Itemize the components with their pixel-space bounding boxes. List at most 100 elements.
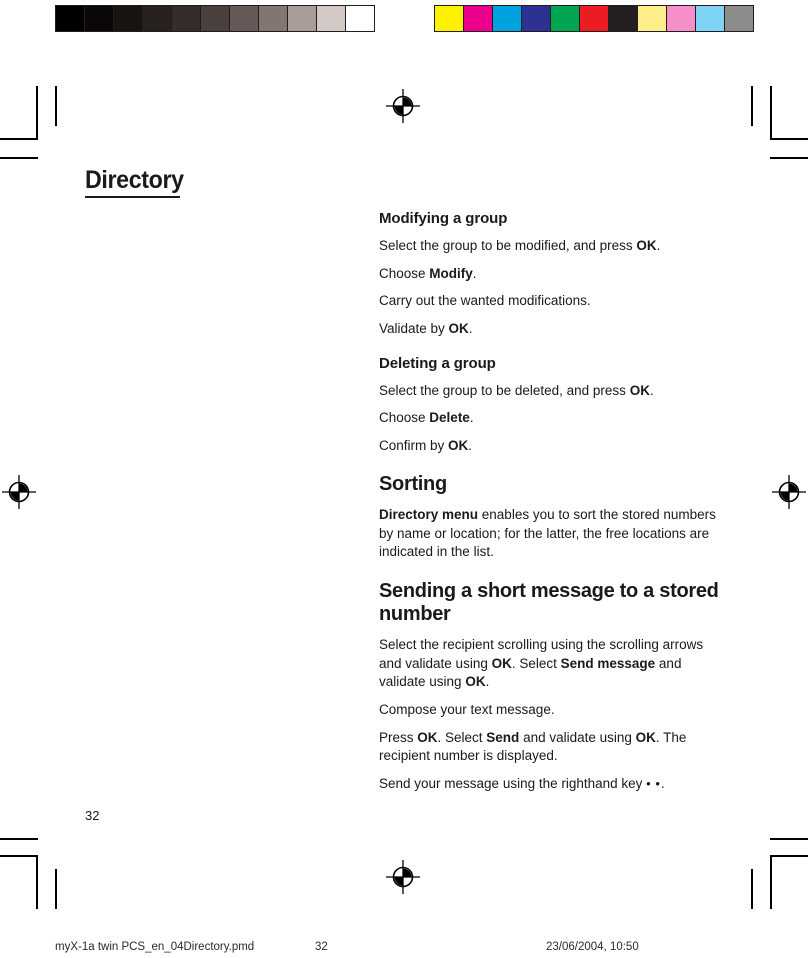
paragraph: Select the group to be modified, and pre… [379,237,719,256]
text-run: . Select [511,655,561,671]
text-run: Press [379,729,418,745]
text-run: . [472,265,477,281]
section-heading-deleting-a-group: Deleting a group [379,354,496,372]
calibration-swatch [56,6,84,31]
calibration-swatch [493,6,521,31]
calibration-swatch [288,6,316,31]
grayscale-calibration-bar [55,5,375,32]
section-heading-sending-a-short-message: Sending a short message to a stored numb… [379,579,719,626]
content-column: Modifying a group Select the group to be… [379,210,719,793]
calibration-swatch [143,6,171,31]
emphasis-text: Directory menu [379,506,479,522]
paragraph: Validate by OK. [379,320,719,339]
text-run: Send your message using the righthand ke… [379,775,647,791]
text-run: . [656,238,661,253]
text-run: . [485,674,490,690]
text-run: Select the group to be modified, and pre… [379,238,637,253]
paragraph: Press OK. Select Send and validate using… [379,729,719,766]
calibration-swatch [696,6,724,31]
calibration-swatch [85,6,113,31]
calibration-swatch [609,6,637,31]
page-title-underline [85,196,180,198]
page-number: 32 [85,808,100,823]
section-body-modifying-a-group: Select the group to be modified, and pre… [379,237,719,339]
text-run: Choose [379,265,430,281]
crop-mark-bottom-right-horizontal [770,855,808,857]
section-body-sending-a-short-message: Select the recipient scrolling using the… [379,636,719,793]
emphasis-text: OK [465,674,486,690]
footer-filename: myX-1a twin PCS_en_04Directory.pmd [55,941,255,953]
crop-mark-top-left-inner-tick [55,86,57,126]
paragraph: Send your message using the righthand ke… [379,775,719,794]
text-run: . [468,437,473,453]
text-run: Validate by [379,320,449,336]
text-run: Select the group to be deleted, and pres… [379,382,630,398]
crop-mark-bottom-left-horizontal [0,855,38,857]
footer-page-number: 32 [315,941,328,953]
text-run: . [660,775,665,791]
crop-mark-top-right-inner-tick [751,86,753,126]
paragraph: Select the group to be deleted, and pres… [379,382,719,401]
crop-mark-top-right-vertical [770,86,772,140]
emphasis-text: Modify [429,265,473,281]
paragraph: Compose your text message. [379,701,719,720]
registration-mark-bottom [386,860,420,894]
text-run: Choose [379,410,430,426]
calibration-swatch [172,6,200,31]
text-run: Compose your text message. [379,701,555,717]
calibration-swatch [259,6,287,31]
paragraph: Select the recipient scrolling using the… [379,636,719,692]
emphasis-text: OK [635,729,656,745]
calibration-swatch [667,6,695,31]
paragraph: Choose Modify. [379,265,719,284]
section-body-deleting-a-group: Select the group to be deleted, and pres… [379,382,719,456]
crop-mark-top-right-outer-tick [770,157,808,159]
emphasis-text: Send message [560,655,656,671]
calibration-swatch [551,6,579,31]
text-run: Carry out the wanted modifications. [379,293,591,309]
emphasis-text: OK [491,655,512,671]
calibration-swatch [435,6,463,31]
emphasis-text: Delete [429,410,470,426]
calibration-swatch [317,6,345,31]
emphasis-text: OK [629,382,650,398]
text-run: Confirm by [379,437,449,453]
text-run: and validate using [519,729,636,745]
crop-mark-top-left-vertical [36,86,38,140]
calibration-swatch [464,6,492,31]
color-calibration-bar [434,5,754,32]
paragraph: Directory menu enables you to sort the s… [379,506,719,562]
emphasis-text: OK [636,238,657,253]
crop-mark-bottom-right-inner-tick [751,869,753,909]
emphasis-text: OK [448,437,469,453]
footer-timestamp: 23/06/2004, 10:50 [546,941,639,953]
calibration-swatch [201,6,229,31]
section-heading-modifying-a-group: Modifying a group [379,210,508,227]
calibration-swatch [522,6,550,31]
registration-mark-top [386,89,420,123]
crop-mark-bottom-right-vertical [770,855,772,909]
calibration-swatch [114,6,142,31]
registration-mark-right [772,475,806,509]
crop-mark-top-left-outer-tick [0,157,38,159]
emphasis-text: OK [448,320,469,336]
crop-mark-bottom-left-vertical [36,855,38,909]
section-body-sorting: Directory menu enables you to sort the s… [379,506,719,562]
crop-mark-top-right-horizontal [770,138,808,140]
text-run: . [469,410,474,426]
paragraph: Carry out the wanted modifications. [379,292,719,311]
calibration-swatch [580,6,608,31]
emphasis-text: OK [417,729,438,745]
paragraph: Confirm by OK. [379,437,719,456]
calibration-swatch [346,6,374,31]
calibration-swatch [230,6,258,31]
text-run: . [468,320,473,336]
calibration-swatch [725,6,753,31]
registration-mark-left [2,475,36,509]
text-run: . [649,382,654,398]
text-run: . Select [437,729,487,745]
crop-mark-bottom-right-outer-tick [770,838,808,840]
crop-mark-top-left-horizontal [0,138,38,140]
page-title: Directory [85,166,184,194]
paragraph: Choose Delete. [379,409,719,428]
